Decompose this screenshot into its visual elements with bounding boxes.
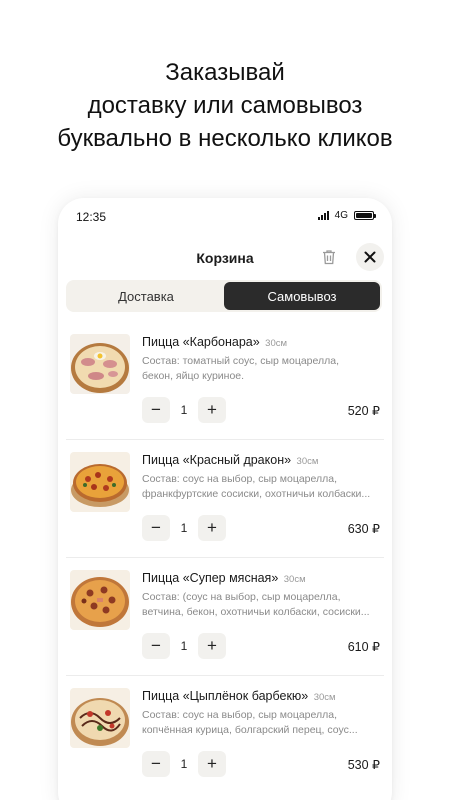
item-description: Состав: соус на выбор, сыр моцарелла, фр… (142, 472, 382, 502)
signal-icon (317, 211, 329, 220)
item-description-line-1: Состав: (соус на выбор, сыр моцарелла, (142, 591, 341, 603)
quantity-value: 1 (180, 521, 188, 535)
phone-frame: 12:35 4G Корзина Доставка Самовывоз Пицц… (58, 198, 392, 800)
tab-pickup[interactable]: Самовывоз (224, 282, 380, 310)
item-description-line-2: ветчина, бекон, охотничьи колбаски, соси… (142, 606, 370, 618)
decrease-button[interactable]: − (142, 515, 170, 541)
status-bar: 12:35 4G (58, 198, 392, 232)
item-description-line-1: Состав: соус на выбор, сыр моцарелла, (142, 473, 338, 485)
pizza-image (70, 452, 130, 512)
close-icon (364, 251, 376, 263)
pizza-image (70, 688, 130, 748)
item-name: Пицца «Цыплёнок барбекю» 30см (142, 689, 336, 703)
item-price: 530 ₽ (347, 758, 380, 772)
quantity-value: 1 (180, 757, 188, 771)
increase-button[interactable]: + (198, 515, 226, 541)
item-description: Состав: соус на выбор, сыр моцарелла, ко… (142, 708, 382, 738)
quantity-value: 1 (180, 403, 188, 417)
decrease-button[interactable]: − (142, 633, 170, 659)
tab-delivery[interactable]: Доставка (68, 282, 224, 310)
cart-item: Пицца «Карбонара» 30см Состав: томатный … (66, 322, 384, 440)
item-size: 30см (313, 692, 336, 703)
item-title: Пицца «Супер мясная» (142, 571, 279, 585)
item-description-line-2: копчённая курица, болгарский перец, соус… (142, 724, 358, 736)
decrease-button[interactable]: − (142, 751, 170, 777)
item-name: Пицца «Красный дракон» 30см (142, 453, 318, 467)
item-title: Пицца «Карбонара» (142, 335, 260, 349)
cart-item: Пицца «Супер мясная» 30см Состав: (соус … (66, 558, 384, 676)
trash-icon[interactable] (320, 248, 338, 266)
headline-line-3: буквально в несколько кликов (57, 125, 393, 152)
item-name: Пицца «Карбонара» 30см (142, 335, 287, 349)
item-title: Пицца «Цыплёнок барбекю» (142, 689, 309, 703)
item-size: 30см (265, 338, 288, 349)
item-description: Состав: томатный соус, сыр моцарелла, бе… (142, 354, 382, 384)
item-size: 30см (283, 574, 306, 585)
item-price: 520 ₽ (347, 404, 380, 418)
headline-line-2: доставку или самовывоз (87, 92, 363, 119)
item-description: Состав: (соус на выбор, сыр моцарелла, в… (142, 590, 382, 620)
battery-icon (354, 211, 376, 220)
increase-button[interactable]: + (198, 633, 226, 659)
pizza-image (70, 570, 130, 630)
status-time: 12:35 (76, 210, 107, 224)
item-price: 630 ₽ (347, 522, 380, 536)
item-description-line-2: франкфуртские сосиски, охотничьи колбаск… (142, 488, 371, 500)
promo-headline: Заказывай доставку или самовывоз букваль… (0, 56, 450, 155)
delivery-mode-switch: Доставка Самовывоз (66, 280, 382, 312)
cart-item: Пицца «Цыплёнок барбекю» 30см Состав: со… (66, 676, 384, 794)
page-title: Корзина (196, 250, 254, 266)
status-indicators: 4G (317, 210, 376, 221)
item-description-line-1: Состав: томатный соус, сыр моцарелла, (142, 355, 340, 367)
quantity-stepper: − 1 + (142, 751, 226, 777)
item-price: 610 ₽ (347, 640, 380, 654)
quantity-stepper: − 1 + (142, 633, 226, 659)
quantity-stepper: − 1 + (142, 397, 226, 423)
item-description-line-2: бекон, яйцо куриное. (142, 370, 245, 382)
quantity-stepper: − 1 + (142, 515, 226, 541)
increase-button[interactable]: + (198, 751, 226, 777)
decrease-button[interactable]: − (142, 397, 170, 423)
cart-items-list: Пицца «Карбонара» 30см Состав: томатный … (58, 322, 392, 794)
close-button[interactable] (356, 243, 384, 271)
item-name: Пицца «Супер мясная» 30см (142, 571, 306, 585)
item-title: Пицца «Красный дракон» (142, 453, 292, 467)
item-size: 30см (296, 456, 319, 467)
item-description-line-1: Состав: соус на выбор, сыр моцарелла, (142, 709, 338, 721)
cart-item: Пицца «Красный дракон» 30см Состав: соус… (66, 440, 384, 558)
increase-button[interactable]: + (198, 397, 226, 423)
cart-header: Корзина (58, 240, 392, 274)
network-label: 4G (334, 210, 348, 221)
headline-line-1: Заказывай (165, 59, 285, 86)
pizza-image (70, 334, 130, 394)
quantity-value: 1 (180, 639, 188, 653)
